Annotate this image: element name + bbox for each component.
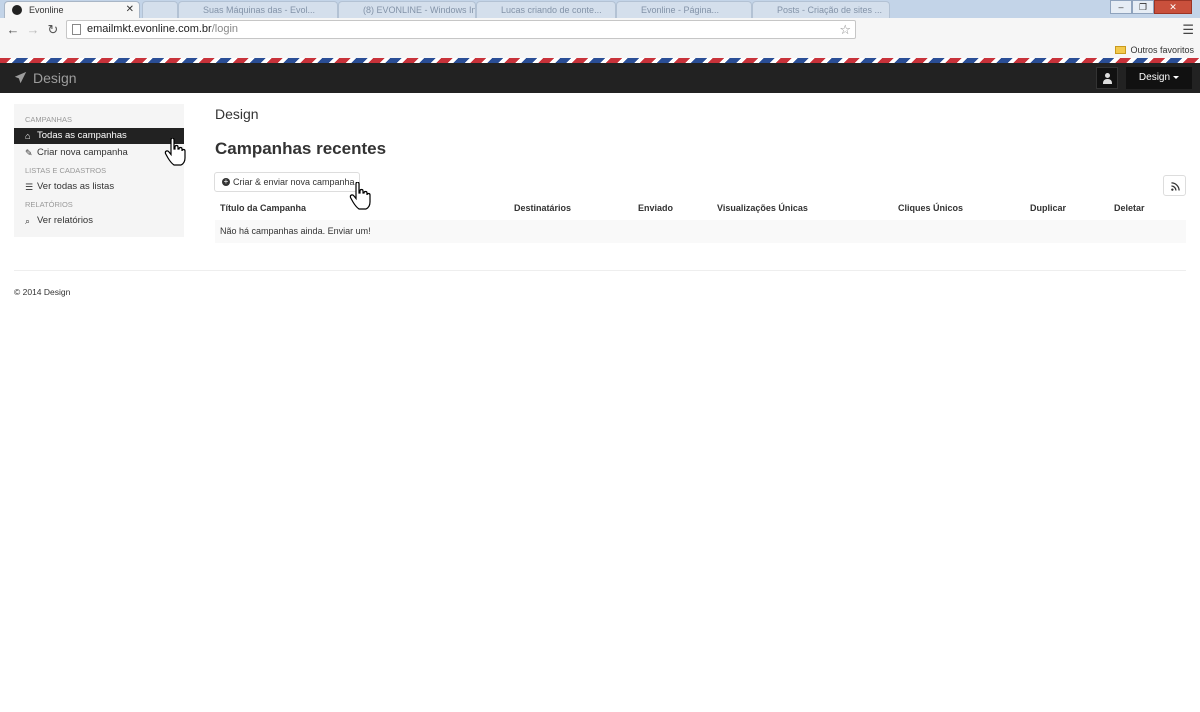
sidebar-item-criar-campanha[interactable]: ✎ Criar nova campanha (14, 145, 184, 161)
user-menu-dropdown[interactable]: Design (1126, 67, 1192, 89)
bookmark-star-icon[interactable]: ☆ (839, 21, 851, 38)
restore-icon[interactable]: ❐ (1132, 0, 1154, 14)
list-icon: ☰ (25, 182, 34, 192)
page-icon (72, 24, 81, 35)
sidebar-item-ver-listas[interactable]: ☰ Ver todas as listas (14, 179, 184, 195)
nav-header-listas: LISTAS E CADASTROS (25, 166, 107, 175)
site-favicon-icon (12, 5, 22, 15)
browser-tab[interactable] (142, 1, 178, 18)
paper-plane-icon (14, 71, 27, 84)
column-header: Deletar (1114, 203, 1145, 213)
column-header: Cliques Únicos (898, 203, 964, 213)
forward-icon[interactable]: → (24, 21, 42, 39)
window-controls: – ❐ ✕ (1110, 0, 1192, 14)
tab-title: Evonline (29, 5, 64, 15)
browser-toolbar: ← → ↻ emailmkt.evonline.com.br/login ☆ (0, 18, 1200, 42)
sidebar: CAMPANHAS ⌂ Todas as campanhas ✎ Criar n… (14, 104, 184, 237)
tab-close-icon[interactable]: ✕ (126, 2, 134, 18)
window-close-icon[interactable]: ✕ (1154, 0, 1192, 14)
column-header: Destinatários (514, 203, 572, 213)
browser-tab-bar: Evonline ✕ Suas Máquinas das - Evol... (… (0, 0, 1200, 18)
back-icon[interactable]: ← (4, 21, 22, 39)
empty-message[interactable]: Não há campanhas ainda. Enviar um! (220, 226, 371, 236)
zoom-icon: ⌕ (25, 216, 31, 226)
create-campaign-button[interactable]: + Criar & enviar nova campanha (214, 172, 360, 192)
column-header: Visualizações Únicas (717, 203, 808, 213)
rss-icon (1171, 182, 1180, 191)
browser-tab-active[interactable]: Evonline ✕ (4, 1, 140, 18)
column-header: Título da Campanha (220, 203, 307, 213)
footer-copyright: © 2014 Design (14, 287, 71, 297)
rss-button[interactable] (1163, 175, 1186, 196)
edit-icon: ✎ (25, 148, 33, 158)
url-host: emailmkt.evonline.com.br (87, 23, 212, 35)
hand-cursor-icon (164, 138, 186, 166)
nav-header-campanhas: CAMPANHAS (25, 115, 72, 124)
page-heading: Design (215, 106, 259, 122)
minimize-icon[interactable]: – (1110, 0, 1132, 14)
plus-circle-icon: + (222, 177, 230, 186)
bookmark-folder-other[interactable]: Outros favoritos (1115, 43, 1194, 57)
column-header: Duplicar (1030, 203, 1067, 213)
user-icon[interactable] (1096, 67, 1118, 89)
reload-icon[interactable]: ↻ (44, 21, 62, 39)
browser-tab[interactable]: (8) EVONLINE - Windows Inter... (338, 1, 476, 18)
folder-icon (1115, 46, 1127, 54)
browser-menu-icon[interactable]: ☰ (1182, 22, 1194, 38)
browser-tab[interactable]: Suas Máquinas das - Evol... (178, 1, 338, 18)
address-bar[interactable]: emailmkt.evonline.com.br/login ☆ (66, 20, 856, 39)
footer-divider (14, 270, 1186, 271)
hand-cursor-icon (349, 182, 371, 210)
app-navbar: Design Design (0, 63, 1200, 93)
caret-down-icon (1173, 75, 1180, 79)
browser-tab[interactable]: Lucas criando de conte... (476, 1, 616, 18)
url-path: /login (211, 23, 239, 35)
column-header: Enviado (638, 203, 674, 213)
table-row: Não há campanhas ainda. Enviar um! (215, 220, 1186, 243)
section-title: Campanhas recentes (215, 139, 387, 158)
sidebar-item-ver-relatorios[interactable]: ⌕ Ver relatórios (14, 213, 184, 229)
home-icon: ⌂ (25, 131, 31, 141)
browser-tab[interactable]: Posts - Criação de sites ... (752, 1, 890, 18)
app-brand[interactable]: Design (14, 63, 77, 93)
bookmarks-bar: Outros favoritos (0, 42, 1200, 58)
browser-tab[interactable]: Evonline - Página... (616, 1, 752, 18)
sidebar-item-todas-campanhas[interactable]: ⌂ Todas as campanhas (14, 128, 184, 144)
nav-header-relatorios: RELATÓRIOS (25, 200, 73, 209)
